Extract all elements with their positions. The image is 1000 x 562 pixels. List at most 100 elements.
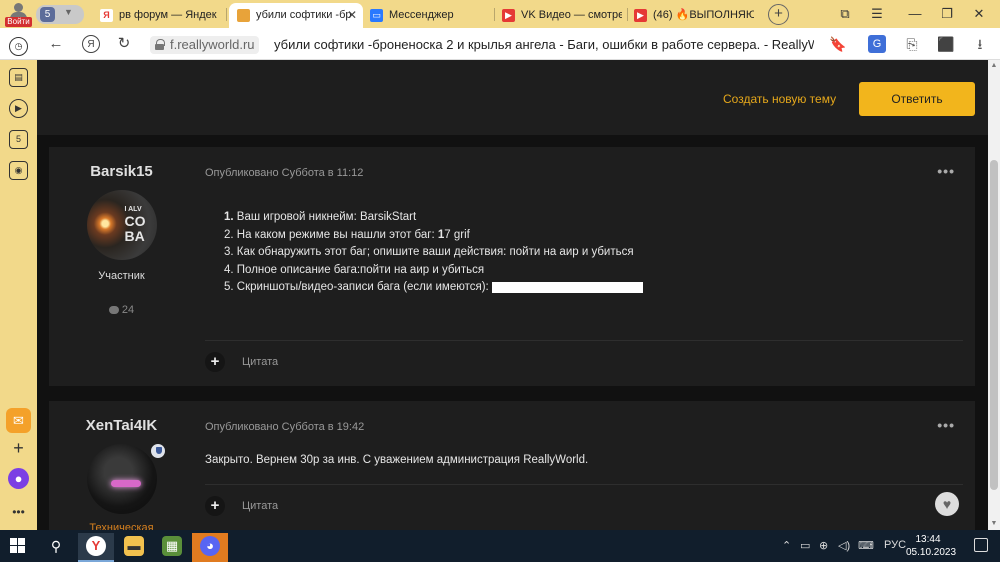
close-window-icon[interactable]: ✕ (968, 5, 990, 23)
chevron-down-icon: ▼ (64, 7, 73, 17)
windows-taskbar: ⚲ Y ▬ ▦ ◕ ⌃ ▭ ⊕ ◁) ⌨ РУС 13:44 05.10.202… (0, 530, 1000, 562)
side-app-badge[interactable]: 5 (9, 130, 28, 149)
topic-actions-bar: Создать новую тему Ответить (37, 60, 988, 135)
reply-button[interactable]: Ответить (859, 82, 975, 116)
avatar[interactable] (86, 444, 157, 514)
tab-vk-video[interactable]: ▶VK Видео — смотреть (502, 3, 622, 28)
post-line: 5. Скриншоты/видео-записи бага (если име… (224, 279, 643, 297)
alice-assistant-icon[interactable]: ● (8, 468, 29, 489)
restore-icon[interactable]: ❐ (936, 5, 958, 23)
language-indicator[interactable]: РУС (884, 539, 906, 551)
youtube-favicon: ▶ (634, 9, 647, 22)
post-author-panel: XenTai4IK Техническая (49, 401, 194, 530)
author-rank: Техническая (89, 522, 154, 530)
back-icon[interactable]: ← (46, 34, 66, 54)
yandex-favicon: Я (100, 9, 113, 22)
post-line: 1. Ваш игровой никнейм: BarsikStart (224, 211, 417, 223)
windows-start-icon[interactable] (10, 538, 26, 554)
post-content: 1. Ваш игровой никнейм: BarsikStart 2. Н… (224, 209, 643, 297)
volume-icon[interactable]: ◁) (838, 539, 850, 552)
screenshot-icon[interactable]: ◉ (9, 161, 28, 180)
scroll-down-icon[interactable]: ▼ (990, 520, 998, 528)
login-label: Войти (5, 17, 32, 27)
vk-video-favicon: ▶ (502, 9, 515, 22)
more-icon[interactable]: ••• (6, 500, 31, 525)
lock-icon (155, 39, 165, 50)
post-options-icon[interactable]: ••• (937, 163, 955, 179)
collections-icon[interactable]: ⎘ (902, 35, 922, 53)
avatar[interactable]: I ALV CO BA (86, 190, 157, 260)
scroll-thumb[interactable] (990, 160, 998, 490)
clock[interactable]: 13:44 05.10.2023 (906, 533, 957, 559)
author-rank: Участник (98, 270, 145, 282)
profile-button[interactable]: Войти (4, 1, 32, 27)
tab-messenger[interactable]: ▭ Мессенджер (370, 3, 490, 28)
tab-group-button[interactable]: 5 ▼ (36, 5, 84, 24)
forum-post: XenTai4IK Техническая Опубликовано Суббо… (49, 401, 975, 530)
new-tab-button[interactable]: + (768, 4, 789, 25)
post-options-icon[interactable]: ••• (937, 417, 955, 433)
post-line: 4. Полное описание бага:пойти на аир и у… (224, 263, 485, 276)
video-play-icon[interactable]: ▶ (9, 99, 28, 118)
quote-button[interactable]: Цитата (242, 356, 278, 368)
url-page-title[interactable]: убили софтики -броненоска 2 и крылья анг… (274, 36, 814, 54)
comment-icon (108, 306, 119, 315)
tab-group-count: 5 (40, 7, 55, 22)
post-line: 3. Как обнаружить этот баг; опишите ваши… (224, 246, 634, 259)
tab-yandex-search[interactable]: Ярв форум — Яндек (100, 3, 220, 28)
network-globe-icon[interactable]: ⊕ (819, 539, 828, 552)
history-icon[interactable]: ◷ (9, 37, 28, 56)
reallyworld-favicon (237, 9, 250, 22)
multiquote-plus-button[interactable]: + (205, 352, 225, 372)
bookmark-icon[interactable]: 🔖 (828, 35, 848, 53)
tray-chevron-up-icon[interactable]: ⌃ (782, 539, 791, 552)
post-content: Закрыто. Вернем 30р за инв. С уважением … (205, 454, 589, 466)
forum-page: Создать новую тему Ответить Barsik15 I A… (37, 60, 988, 530)
author-name[interactable]: XenTai4IK (49, 417, 194, 434)
url-domain[interactable]: f.reallyworld.ru (150, 36, 259, 54)
yandex-browser-taskbar-icon[interactable]: Y (78, 533, 114, 562)
menu-icon[interactable]: ☰ (866, 5, 888, 23)
keyboard-icon[interactable]: ⌨ (858, 539, 874, 552)
clock-date: 05.10.2023 (906, 547, 957, 558)
post-author-panel: Barsik15 I ALV CO BA Участник 24 (49, 147, 194, 316)
collections-side-icon[interactable]: ▤ (9, 68, 28, 87)
bookmarks-collection-icon[interactable]: ⧉ (834, 5, 856, 23)
close-tab-icon[interactable]: ✕ (347, 3, 357, 28)
profile-icon (14, 3, 23, 12)
clock-time: 13:44 (915, 534, 941, 545)
address-bar: ← Я ↻ f.reallyworld.ru убили софтики -бр… (0, 28, 1000, 60)
minecraft-icon[interactable]: ▦ (154, 533, 190, 562)
post-meta: Опубликовано Суббота в 19:42 (205, 421, 365, 433)
mail-app-icon[interactable]: ✉ (6, 408, 31, 433)
post-line: 2. На каком режиме вы нашли этот баг: 17… (224, 228, 470, 241)
notification-icon[interactable] (974, 538, 988, 552)
search-icon[interactable]: ⚲ (38, 533, 74, 562)
yandex-home-icon[interactable]: Я (82, 35, 100, 53)
heart-icon[interactable]: ♥ (935, 492, 959, 516)
avatar-text: I ALV CO BA (124, 206, 146, 244)
moderator-shield-icon (149, 442, 167, 460)
scroll-up-icon[interactable]: ▲ (990, 62, 998, 70)
multiquote-plus-button[interactable]: + (205, 496, 225, 516)
author-name[interactable]: Barsik15 (49, 163, 194, 180)
extension-icon[interactable]: ⬛ (936, 35, 956, 53)
translate-icon[interactable]: G (868, 35, 886, 53)
minimize-icon[interactable]: — (904, 5, 926, 23)
create-topic-link[interactable]: Создать новую тему (723, 92, 836, 106)
add-panel-icon[interactable]: + (6, 436, 31, 461)
browser-tab-bar: Войти 5 ▼ Ярв форум — Яндек убили софтик… (0, 0, 1000, 28)
post-meta: Опубликовано Суббота в 11:12 (205, 167, 364, 179)
file-explorer-icon[interactable]: ▬ (116, 533, 152, 562)
page-scrollbar[interactable]: ▲ ▼ (988, 60, 1000, 530)
tab-youtube[interactable]: ▶ (46) 🔥ВЫПОЛНЯЮ (634, 3, 754, 28)
discord-icon[interactable]: ◕ (192, 533, 228, 562)
quote-button[interactable]: Цитата (242, 500, 278, 512)
download-icon[interactable]: ⭳ (970, 35, 990, 53)
forum-post: Barsik15 I ALV CO BA Участник 24 Опубликов… (49, 147, 975, 386)
battery-icon[interactable]: ▭ (800, 539, 810, 552)
tab-reallyworld-forum[interactable]: убили софтики -бр ✕ (229, 3, 363, 28)
redacted-link[interactable] (491, 281, 643, 293)
reload-icon[interactable]: ↻ (114, 34, 134, 54)
screen: { "browser": { "profile_login": "Войти",… (0, 0, 1000, 562)
